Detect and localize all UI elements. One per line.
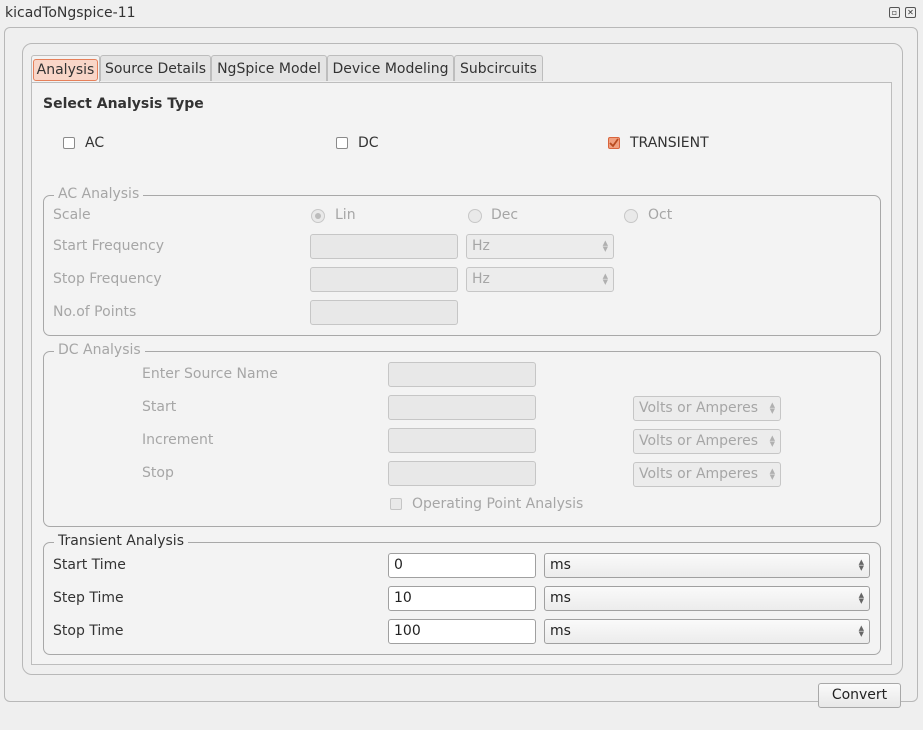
operating-point-checkbox[interactable] <box>390 498 402 510</box>
spinner-arrows-icon: ▲ ▼ <box>858 558 864 572</box>
ac-start-unit-select[interactable]: Hz ▲ ▼ <box>466 234 614 259</box>
ac-checkbox-label: AC <box>85 135 105 151</box>
ac-stop-frequency-label: Stop Frequency <box>53 271 162 287</box>
ac-stop-unit-select[interactable]: Hz ▲ ▼ <box>466 267 614 292</box>
ac-checkbox[interactable] <box>63 137 75 149</box>
dc-stop-unit-value: Volts or Amperes <box>639 466 759 482</box>
oct-radio[interactable] <box>624 209 638 223</box>
dc-stop-unit-select[interactable]: Volts or Amperes ▲ ▼ <box>633 462 781 487</box>
dc-start-label: Start <box>142 399 177 415</box>
transient-analysis-title: Transient Analysis <box>54 533 188 549</box>
ac-start-frequency-label: Start Frequency <box>53 238 164 254</box>
spinner-arrows-icon: ▲ ▼ <box>602 272 608 286</box>
tab-device-modeling[interactable]: Device Modeling <box>327 55 454 81</box>
dc-increment-unit-select[interactable]: Volts or Amperes ▲ ▼ <box>633 429 781 454</box>
dc-checkbox[interactable] <box>336 137 348 149</box>
stop-time-unit-value: ms <box>550 623 571 639</box>
lin-radio-label: Lin <box>335 207 356 223</box>
spinner-arrows-icon: ▲ ▼ <box>602 239 608 253</box>
dc-source-label: Enter Source Name <box>142 366 278 382</box>
step-time-input[interactable]: 10 <box>388 586 536 611</box>
start-time-unit-value: ms <box>550 557 571 573</box>
ac-points-input[interactable] <box>310 300 458 325</box>
step-time-unit-select[interactable]: ms ▲ ▼ <box>544 586 870 611</box>
start-time-input[interactable]: 0 <box>388 553 536 578</box>
spinner-arrows-icon: ▲ ▼ <box>858 624 864 638</box>
convert-button[interactable]: Convert <box>818 683 901 708</box>
spinner-arrows-icon: ▲ ▼ <box>769 401 775 415</box>
window-title: kicadToNgspice-11 <box>5 5 136 21</box>
transient-checkbox[interactable] <box>608 137 620 149</box>
title-bar: kicadToNgspice-11 ▫ ✕ <box>0 0 923 28</box>
start-time-unit-select[interactable]: ms ▲ ▼ <box>544 553 870 578</box>
spinner-arrows-icon: ▲ ▼ <box>769 434 775 448</box>
spinner-arrows-icon: ▲ ▼ <box>858 591 864 605</box>
dec-radio-label: Dec <box>491 207 519 223</box>
ac-start-frequency-input[interactable] <box>310 234 458 259</box>
check-icon <box>609 138 619 148</box>
stop-time-unit-select[interactable]: ms ▲ ▼ <box>544 619 870 644</box>
close-icon[interactable]: ✕ <box>905 7 916 18</box>
restore-icon[interactable]: ▫ <box>889 7 900 18</box>
dc-source-input[interactable] <box>388 362 536 387</box>
ac-analysis-group <box>43 195 881 336</box>
dc-analysis-title: DC Analysis <box>54 342 145 358</box>
tab-analysis[interactable]: Analysis <box>31 55 100 84</box>
spinner-arrows-icon: ▲ ▼ <box>769 467 775 481</box>
step-time-label: Step Time <box>53 590 124 606</box>
dc-increment-input[interactable] <box>388 428 536 453</box>
dc-stop-input[interactable] <box>388 461 536 486</box>
tab-subcircuits[interactable]: Subcircuits <box>454 55 543 81</box>
stop-time-input[interactable]: 100 <box>388 619 536 644</box>
tab-analysis-label: Analysis <box>32 59 99 81</box>
oct-radio-label: Oct <box>648 207 673 223</box>
ac-start-unit-value: Hz <box>472 238 490 254</box>
dc-stop-label: Stop <box>142 465 174 481</box>
ac-analysis-title: AC Analysis <box>54 186 144 202</box>
stop-time-label: Stop Time <box>53 623 124 639</box>
dc-start-unit-value: Volts or Amperes <box>639 400 759 416</box>
dc-start-input[interactable] <box>388 395 536 420</box>
lin-radio[interactable] <box>311 209 325 223</box>
operating-point-label: Operating Point Analysis <box>412 496 584 512</box>
analysis-type-heading: Select Analysis Type <box>43 96 204 112</box>
dec-radio[interactable] <box>468 209 482 223</box>
ac-scale-label: Scale <box>53 207 91 223</box>
ac-stop-frequency-input[interactable] <box>310 267 458 292</box>
start-time-label: Start Time <box>53 557 126 573</box>
ac-stop-unit-value: Hz <box>472 271 490 287</box>
dc-checkbox-label: DC <box>358 135 379 151</box>
tab-ngspice-model[interactable]: NgSpice Model <box>211 55 327 81</box>
ac-points-label: No.of Points <box>53 304 137 320</box>
dc-increment-label: Increment <box>142 432 214 448</box>
tab-source-details[interactable]: Source Details <box>100 55 211 81</box>
dc-start-unit-select[interactable]: Volts or Amperes ▲ ▼ <box>633 396 781 421</box>
dc-increment-unit-value: Volts or Amperes <box>639 433 759 449</box>
transient-checkbox-label: TRANSIENT <box>630 135 709 151</box>
step-time-unit-value: ms <box>550 590 571 606</box>
